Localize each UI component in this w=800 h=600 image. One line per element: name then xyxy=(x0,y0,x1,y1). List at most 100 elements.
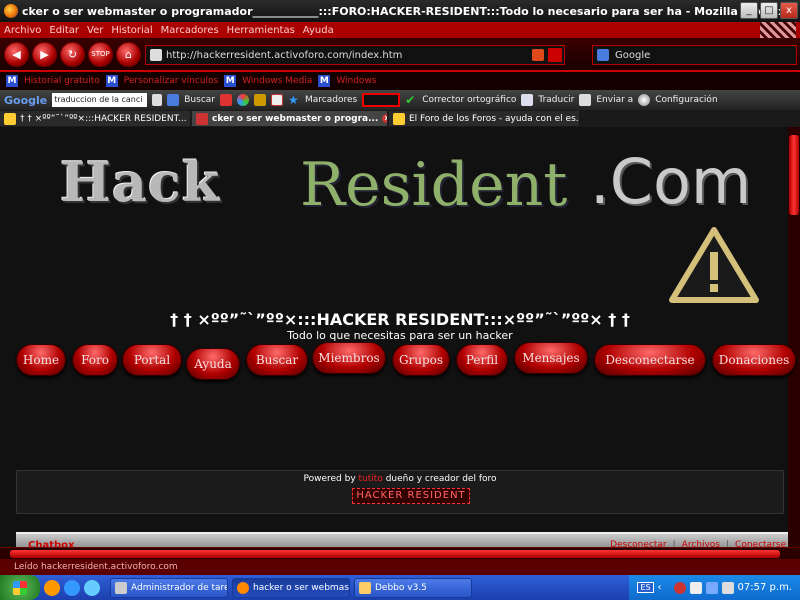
gmail-icon[interactable] xyxy=(270,94,283,106)
spell-check-button[interactable]: Corrector ortográfico xyxy=(422,95,516,105)
tray-arrow-icon[interactable]: ‹ xyxy=(658,582,670,594)
antivirus-icon[interactable] xyxy=(673,581,686,594)
bookmark-icon: M xyxy=(6,75,18,87)
status-bar: Leído hackerresident.activoforo.com xyxy=(0,559,800,575)
bookmark-item[interactable]: Windows xyxy=(336,76,376,86)
google-toolbar: Google traduccion de la canci Buscar ★ M… xyxy=(0,90,800,110)
site-title: † † ×ºº”˜`”ºº×:::HACKER RESIDENT:::×ºº”˜… xyxy=(170,310,630,329)
task-debbo[interactable]: Debbo v3.5 xyxy=(354,577,472,598)
task-firefox[interactable]: hacker o ser webmast... xyxy=(232,577,350,598)
tab-favicon-icon xyxy=(196,112,208,125)
logo-com-text: .Com xyxy=(590,145,752,218)
tab-foro-de-foros[interactable]: El Foro de los Foros - ayuda con el es..… xyxy=(389,111,579,126)
nav-buscar-button[interactable]: Buscar xyxy=(246,344,308,376)
task-task-manager[interactable]: Administrador de tare... xyxy=(110,577,228,598)
news-icon[interactable] xyxy=(219,94,232,106)
media-player-icon[interactable] xyxy=(44,579,60,596)
language-indicator[interactable]: ES xyxy=(637,582,654,593)
bookmark-icon: M xyxy=(105,75,118,87)
home-icon[interactable]: ⌂ xyxy=(116,41,141,67)
dropdown-icon[interactable] xyxy=(152,94,163,106)
nav-grupos-button[interactable]: Grupos xyxy=(392,344,450,376)
tab-hacker-resident[interactable]: † † ×ºº”˜`”ºº×:::HACKER RESIDENT... xyxy=(0,111,190,126)
nav-portal-button[interactable]: Portal xyxy=(122,344,182,376)
forum-navigation: Home Foro Portal Ayuda Buscar Miembros G… xyxy=(16,342,796,380)
send-to-icon xyxy=(579,94,592,106)
system-tray: ES ‹ 07:57 p.m. xyxy=(629,575,800,600)
nav-home-button[interactable]: Home xyxy=(16,344,66,376)
menu-editar[interactable]: Editar xyxy=(49,25,79,36)
task-label: Debbo v3.5 xyxy=(375,582,427,593)
menu-ver[interactable]: Ver xyxy=(87,25,103,36)
reload-icon[interactable]: ↻ xyxy=(60,41,85,67)
send-to-button[interactable]: Enviar a xyxy=(596,95,633,105)
tab-webmaster[interactable]: cker o ser webmaster o progra... x xyxy=(192,111,387,126)
maximize-button[interactable]: □ xyxy=(760,2,778,19)
menu-marcadores[interactable]: Marcadores xyxy=(161,25,219,36)
bookmark-item[interactable]: Historial gratuito xyxy=(24,76,100,86)
logo-resident-text: Resident xyxy=(300,150,568,220)
horizontal-scrollbar[interactable] xyxy=(0,547,800,559)
search-bar[interactable]: Google xyxy=(592,45,797,65)
nav-perfil-button[interactable]: Perfil xyxy=(456,344,508,376)
menu-historial[interactable]: Historial xyxy=(111,25,152,36)
minimize-button[interactable]: _ xyxy=(740,2,758,19)
network-icon[interactable] xyxy=(705,581,718,594)
bookmark-item[interactable]: Windows Media xyxy=(242,76,312,86)
bookmark-icon: M xyxy=(224,75,237,87)
go-icon[interactable] xyxy=(548,48,562,62)
start-button[interactable] xyxy=(0,575,40,600)
logo-hack-text: Hack xyxy=(60,150,221,214)
page-favicon-icon xyxy=(150,49,162,61)
highlight-box[interactable] xyxy=(362,93,401,107)
powered-prefix: Powered by xyxy=(303,474,356,484)
bookmarks-button[interactable]: Marcadores xyxy=(305,95,357,105)
nav-ayuda-button[interactable]: Ayuda xyxy=(186,348,240,380)
nav-foro-button[interactable]: Foro xyxy=(72,344,118,376)
nav-miembros-button[interactable]: Miembros xyxy=(312,342,386,374)
hacker-resident-badge[interactable]: HACKER RESIDENT xyxy=(352,488,470,504)
settings-button[interactable]: Configuración xyxy=(655,95,717,105)
forward-icon[interactable]: ▶ xyxy=(32,41,57,67)
powered-suffix: dueño y creador del foro xyxy=(385,474,497,484)
tray-app-icon[interactable] xyxy=(689,581,702,594)
firefox-icon xyxy=(4,4,18,18)
google-search-input[interactable]: traduccion de la canci xyxy=(52,93,148,107)
owner-link[interactable]: tutito xyxy=(359,474,383,484)
bookmark-item[interactable]: Personalizar vínculos xyxy=(124,76,218,86)
volume-icon[interactable] xyxy=(721,581,734,594)
nav-desconectarse-button[interactable]: Desconectarse xyxy=(594,344,706,376)
site-subtitle: Todo lo que necesitas para ser un hacker xyxy=(287,329,513,342)
browser-icon[interactable] xyxy=(64,579,80,596)
nav-mensajes-button[interactable]: Mensajes xyxy=(514,342,588,374)
search-engine-label: Google xyxy=(615,49,651,61)
tab-label: cker o ser webmaster o progra... xyxy=(212,113,379,124)
address-bar[interactable]: http://hackerresident.activoforo.com/ind… xyxy=(145,45,565,65)
nav-donaciones-button[interactable]: Donaciones xyxy=(712,344,796,376)
task-label: hacker o ser webmast... xyxy=(253,582,349,593)
menu-herramientas[interactable]: Herramientas xyxy=(227,25,295,36)
stop-icon[interactable]: STOP xyxy=(88,41,113,67)
window-controls: _ □ x xyxy=(740,2,798,19)
rss-icon[interactable] xyxy=(532,49,544,61)
scroll-thumb[interactable] xyxy=(789,135,799,215)
google-search-button[interactable]: Buscar xyxy=(184,95,215,105)
tab-favicon-icon xyxy=(393,112,405,125)
close-tab-icon[interactable]: x xyxy=(382,114,387,123)
folder-icon xyxy=(359,581,371,594)
settings-icon xyxy=(638,94,651,106)
bookmark-icon: M xyxy=(318,75,331,87)
popup-blocker-icon[interactable] xyxy=(253,94,266,106)
pagerank-icon[interactable] xyxy=(236,94,249,106)
translate-icon xyxy=(521,94,534,106)
star-icon[interactable]: ★ xyxy=(288,94,300,106)
google-search-icon xyxy=(597,49,609,61)
menu-archivo[interactable]: Archivo xyxy=(4,25,41,36)
menu-ayuda[interactable]: Ayuda xyxy=(303,25,334,36)
powered-by-text: Powered by tutito dueño y creador del fo… xyxy=(16,474,784,484)
close-button[interactable]: x xyxy=(780,2,798,19)
translate-button[interactable]: Traducir xyxy=(538,95,574,105)
scroll-thumb[interactable] xyxy=(10,550,780,558)
back-icon[interactable]: ◀ xyxy=(4,41,29,67)
ie-icon[interactable] xyxy=(84,579,100,596)
